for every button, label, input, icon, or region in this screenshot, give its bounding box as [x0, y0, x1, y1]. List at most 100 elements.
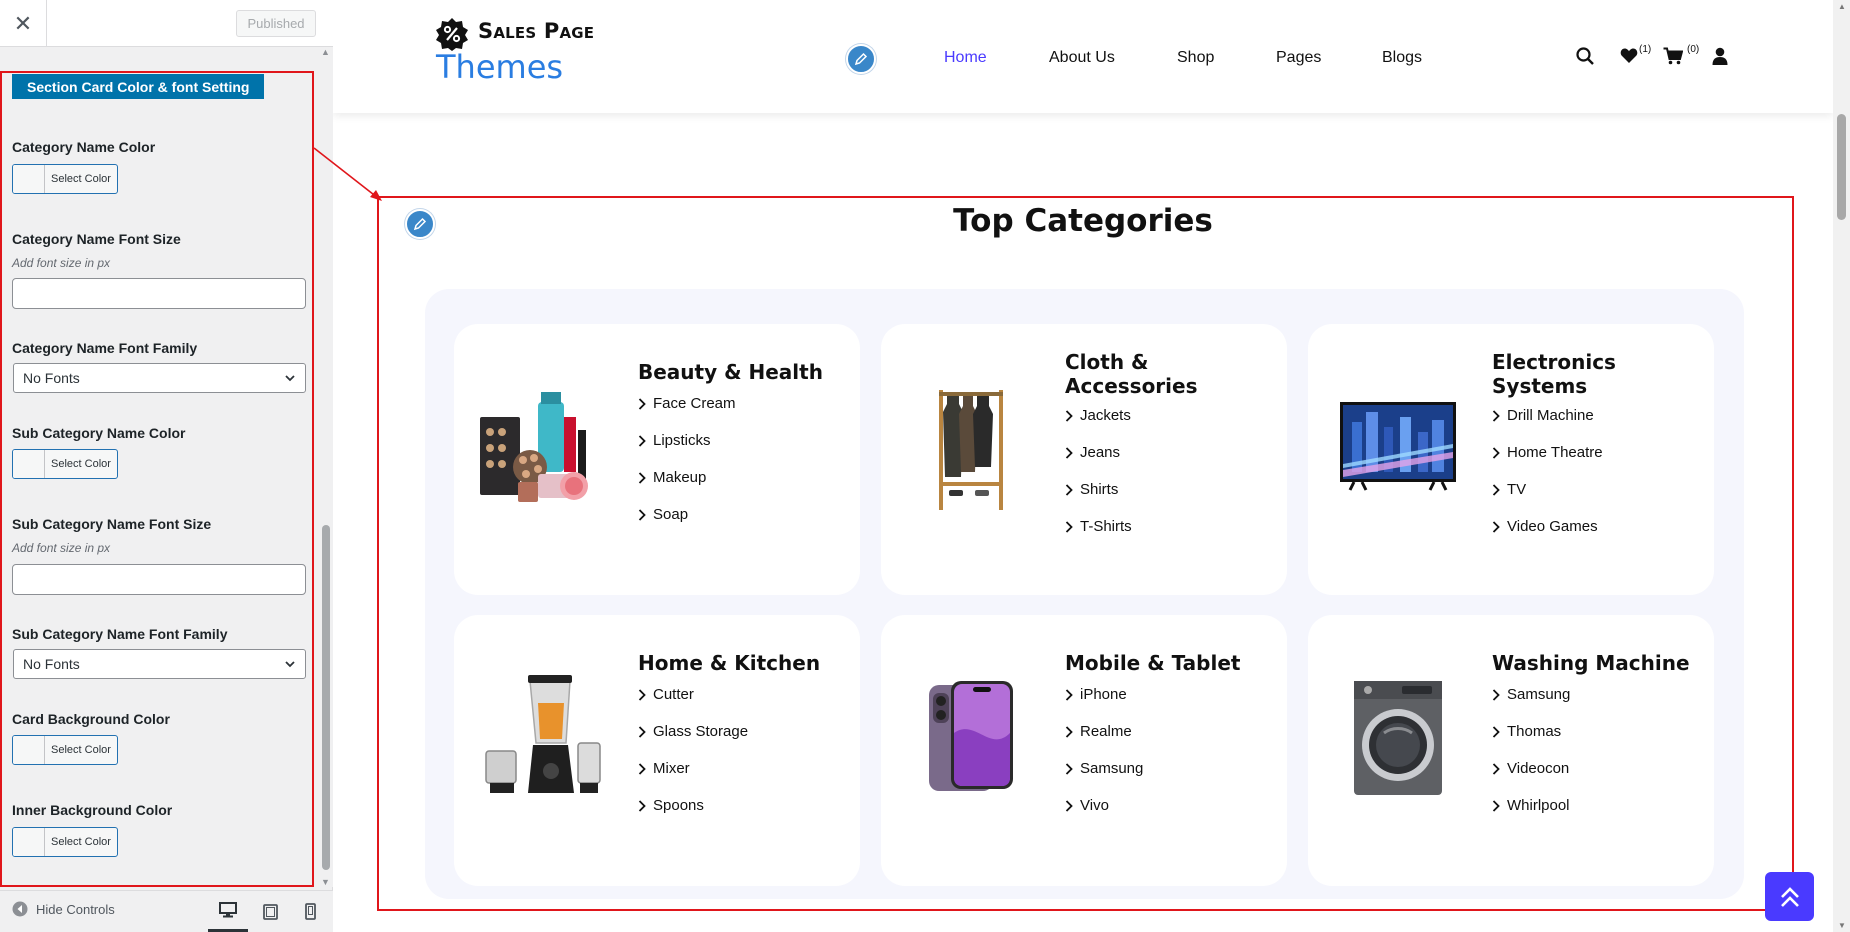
nav-home[interactable]: Home — [944, 49, 987, 67]
chevron-right-icon — [1065, 483, 1073, 496]
nav-blogs[interactable]: Blogs — [1382, 49, 1422, 67]
sub-category-item[interactable]: Face Cream — [638, 385, 736, 422]
nav-shop[interactable]: Shop — [1177, 49, 1214, 67]
sub-category-item[interactable]: Spoons — [638, 787, 748, 824]
discount-badge-icon[interactable] — [435, 17, 469, 51]
sub-category-item[interactable]: Makeup — [638, 459, 736, 496]
tablet-preview-button[interactable] — [250, 891, 290, 932]
sub-category-item[interactable]: Drill Machine — [1492, 397, 1603, 434]
scroll-down-icon[interactable]: ▼ — [321, 877, 330, 887]
search-icon[interactable] — [1576, 47, 1594, 65]
section-heading: Section Card Color & font Setting — [12, 74, 265, 99]
scroll-down-icon[interactable]: ▼ — [1838, 921, 1846, 930]
sub-category-item[interactable]: Cutter — [638, 676, 748, 713]
chevron-right-icon — [1492, 725, 1500, 738]
category-font-size-input[interactable] — [12, 278, 306, 309]
sub-category-label: Whirlpool — [1507, 797, 1570, 814]
smartphone-image — [929, 681, 1013, 791]
sub-category-item[interactable]: T-Shirts — [1065, 508, 1132, 545]
pencil-icon — [854, 52, 868, 66]
category-color-label: Category Name Color — [12, 139, 156, 155]
category-name[interactable]: Washing Machine — [1492, 651, 1702, 675]
chevron-right-icon — [1065, 409, 1073, 422]
logo-subtitle[interactable]: Themes — [436, 48, 563, 86]
sub-category-item[interactable]: Samsung — [1065, 750, 1143, 787]
sub-category-label: Makeup — [653, 469, 707, 486]
inner-background-color-picker[interactable]: Select Color — [12, 827, 118, 857]
logo-title[interactable]: Sales Page — [478, 19, 594, 43]
sub-category-label: Home Theatre — [1507, 444, 1603, 461]
sub-category-list: Drill Machine Home Theatre TV Video Game… — [1492, 397, 1603, 545]
sub-category-item[interactable]: Video Games — [1492, 508, 1603, 545]
category-name[interactable]: Beauty & Health — [638, 360, 848, 384]
back-to-top-button[interactable] — [1765, 872, 1814, 921]
header-edit-button[interactable] — [846, 44, 876, 74]
sub-category-item[interactable]: Soap — [638, 496, 736, 533]
sub-category-list: Jackets Jeans Shirts T-Shirts — [1065, 397, 1132, 545]
card-background-label: Card Background Color — [12, 711, 170, 727]
controls-panel: Section Card Color & font Setting Catego… — [0, 71, 314, 887]
category-name[interactable]: Electronics Systems — [1492, 350, 1702, 398]
collapse-icon — [12, 901, 28, 917]
sub-category-label: T-Shirts — [1080, 518, 1132, 535]
scrollbar-thumb[interactable] — [1837, 114, 1846, 220]
scroll-up-icon[interactable]: ▲ — [321, 47, 330, 57]
sub-category-item[interactable]: iPhone — [1065, 676, 1143, 713]
sub-category-item[interactable]: Jackets — [1065, 397, 1132, 434]
sub-category-font-family-select[interactable]: No Fonts — [13, 649, 306, 679]
category-card[interactable]: Mobile & Tablet iPhone Realme Samsung Vi… — [881, 615, 1287, 886]
double-chevron-up-icon — [1780, 886, 1799, 907]
customizer-header: ✕ Published — [0, 0, 333, 47]
category-card[interactable]: Electronics Systems Drill Machine Home T… — [1308, 324, 1714, 595]
mobile-preview-button[interactable] — [290, 891, 330, 932]
sub-category-item[interactable]: Mixer — [638, 750, 748, 787]
sub-category-list: Cutter Glass Storage Mixer Spoons — [638, 676, 748, 824]
nav-about-us[interactable]: About Us — [1049, 49, 1115, 67]
sub-category-item[interactable]: Glass Storage — [638, 713, 748, 750]
hide-controls-button[interactable]: Hide Controls — [12, 901, 115, 917]
sub-category-item[interactable]: Whirlpool — [1492, 787, 1570, 824]
category-name[interactable]: Mobile & Tablet — [1065, 651, 1275, 675]
sub-category-list: Face Cream Lipsticks Makeup Soap — [638, 385, 736, 533]
chevron-right-icon — [1492, 409, 1500, 422]
category-card[interactable]: Beauty & Health Face Cream Lipsticks Mak… — [454, 324, 860, 595]
scroll-up-icon[interactable]: ▲ — [1838, 2, 1846, 11]
sub-category-item[interactable]: Home Theatre — [1492, 434, 1603, 471]
user-icon[interactable] — [1712, 47, 1728, 65]
chevron-right-icon — [1065, 799, 1073, 812]
sub-category-item[interactable]: Jeans — [1065, 434, 1132, 471]
category-card[interactable]: Washing Machine Samsung Thomas Videocon … — [1308, 615, 1714, 886]
cart-icon[interactable] — [1663, 47, 1683, 65]
sub-category-item[interactable]: Thomas — [1492, 713, 1570, 750]
sub-category-color-picker[interactable]: Select Color — [12, 449, 118, 479]
sub-category-label: Drill Machine — [1507, 407, 1594, 424]
category-name[interactable]: Cloth & Accessories — [1065, 350, 1275, 398]
nav-pages[interactable]: Pages — [1276, 49, 1321, 67]
sub-category-color-label: Sub Category Name Color — [12, 425, 186, 441]
sub-category-item[interactable]: Realme — [1065, 713, 1143, 750]
customizer-sidebar: ✕ Published Section Card Color & font Se… — [0, 0, 333, 932]
sub-category-font-size-input[interactable] — [12, 564, 306, 595]
category-font-family-select[interactable]: No Fonts — [13, 363, 306, 393]
category-card[interactable]: Cloth & Accessories Jackets Jeans Shirts… — [881, 324, 1287, 595]
category-card[interactable]: Home & Kitchen Cutter Glass Storage Mixe… — [454, 615, 860, 886]
publish-button[interactable]: Published — [236, 10, 316, 37]
sub-category-item[interactable]: Samsung — [1492, 676, 1570, 713]
category-name[interactable]: Home & Kitchen — [638, 651, 848, 675]
chevron-right-icon — [1065, 762, 1073, 775]
sub-category-list: iPhone Realme Samsung Vivo — [1065, 676, 1143, 824]
sub-category-item[interactable]: Videocon — [1492, 750, 1570, 787]
sub-category-item[interactable]: TV — [1492, 471, 1603, 508]
preview-scrollbar[interactable]: ▲ ▼ — [1833, 0, 1850, 932]
desktop-preview-button[interactable] — [208, 891, 248, 932]
category-color-picker[interactable]: Select Color — [12, 164, 118, 194]
heart-icon[interactable] — [1620, 47, 1638, 64]
site-preview: Sales Page Themes Home About Us Shop Pag… — [333, 0, 1850, 932]
sub-category-item[interactable]: Shirts — [1065, 471, 1132, 508]
sub-category-item[interactable]: Vivo — [1065, 787, 1143, 824]
card-background-color-picker[interactable]: Select Color — [12, 735, 118, 765]
sub-category-label: Face Cream — [653, 395, 736, 412]
sub-category-item[interactable]: Lipsticks — [638, 422, 736, 459]
scrollbar-thumb[interactable] — [322, 525, 330, 870]
close-icon[interactable]: ✕ — [0, 0, 47, 47]
